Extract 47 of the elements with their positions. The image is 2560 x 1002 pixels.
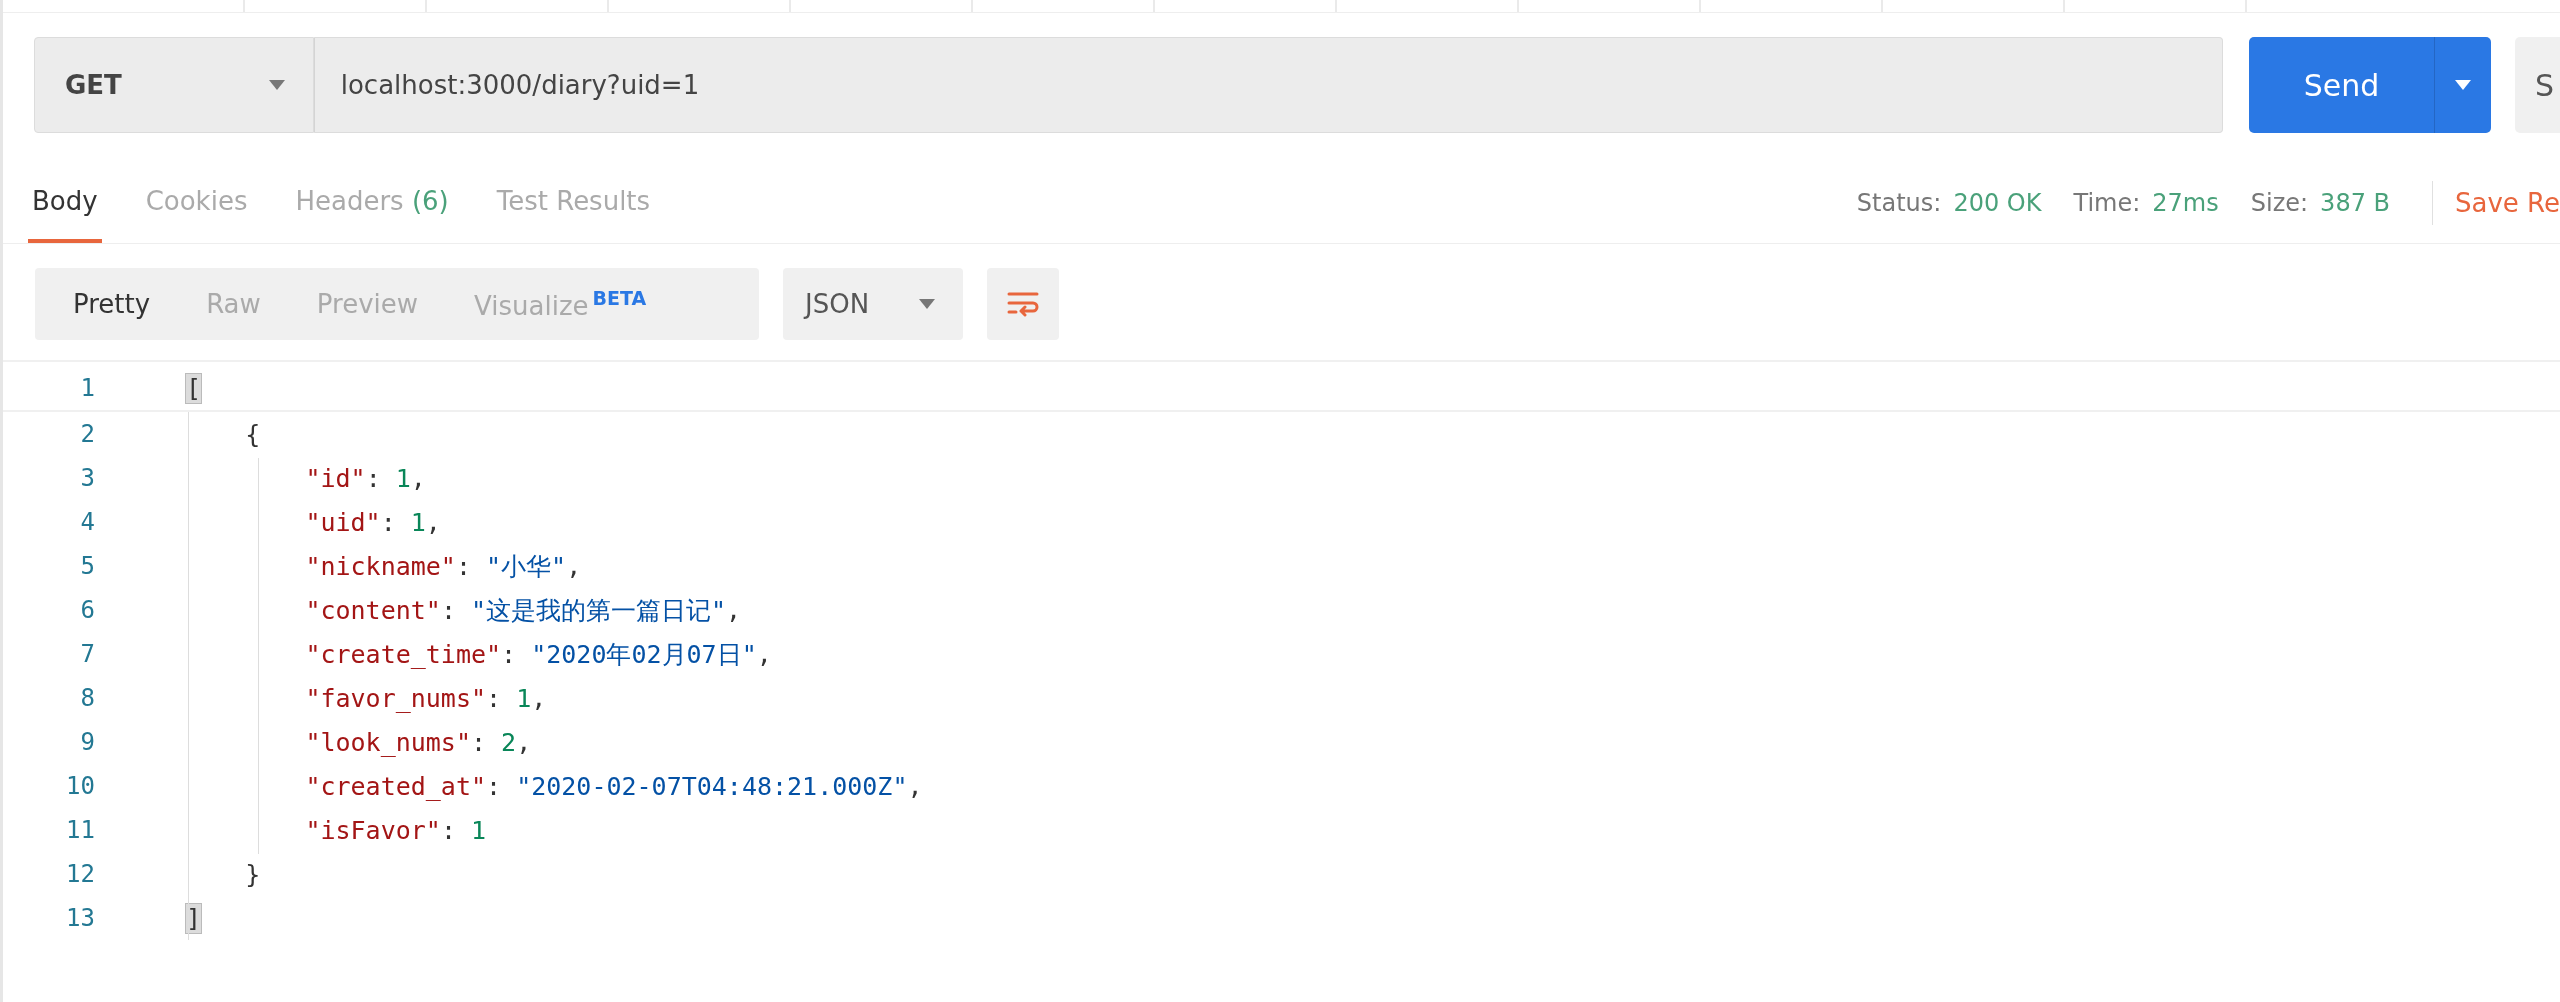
url-field[interactable]: localhost:3000/diary?uid=1 [313, 37, 2223, 133]
code-line: "id": 1, [304, 463, 426, 493]
line-number: 2 [79, 420, 95, 448]
view-tab[interactable]: Pretty [45, 268, 179, 340]
line-number: 6 [79, 596, 95, 624]
line-number: 9 [79, 728, 95, 756]
code-line: { [244, 419, 261, 449]
line-number: 13 [65, 904, 95, 932]
line-number: 10 [65, 772, 95, 800]
send-button[interactable]: Send [2248, 37, 2434, 133]
code-line: "look_nums": 2, [304, 727, 532, 757]
code-line: "content": "这是我的第一篇日记", [304, 594, 742, 627]
meta-label: Status: [1856, 189, 1942, 217]
save-response-link[interactable]: Save Re [2455, 188, 2560, 218]
code-line: "favor_nums": 1, [304, 683, 547, 713]
code-line: } [244, 859, 261, 889]
save-button[interactable]: S [2514, 37, 2560, 133]
response-tab[interactable]: Cookies [141, 163, 252, 243]
line-number: 11 [65, 816, 95, 844]
code-line: "created_at": "2020-02-07T04:48:21.000Z", [304, 771, 923, 801]
method-dropdown[interactable]: GET [34, 37, 314, 133]
caret-icon [2454, 80, 2471, 90]
format-dropdown[interactable]: JSON [783, 268, 963, 340]
line-number: 8 [79, 684, 95, 712]
line-number: 1 [79, 374, 95, 402]
response-tab[interactable]: Test Results [492, 163, 655, 243]
code-line: "isFavor": 1 [304, 815, 487, 845]
line-number: 5 [79, 552, 95, 580]
meta-label: Time: [2073, 189, 2141, 217]
line-number: 3 [79, 464, 95, 492]
caret-icon [268, 80, 285, 90]
wrap-lines-button[interactable] [987, 268, 1059, 340]
code-line: "nickname": "小华", [304, 550, 582, 583]
line-number: 4 [79, 508, 95, 536]
response-tab[interactable]: Body [28, 163, 102, 243]
code-line: "create_time": "2020年02月07日", [304, 638, 772, 671]
code-line: "uid": 1, [304, 507, 441, 537]
meta-value: 387 B [2320, 189, 2390, 217]
caret-icon [919, 299, 935, 309]
meta-label: Size: [2250, 189, 2309, 217]
wrap-lines-icon [1007, 291, 1039, 317]
response-tab[interactable]: Headers (6) [291, 163, 453, 243]
meta-value: 27ms [2152, 189, 2219, 217]
view-tab[interactable]: Visualize$^{BETA}$ [446, 268, 675, 340]
line-number: 7 [79, 640, 95, 668]
line-number: 12 [65, 860, 95, 888]
meta-value: 200 OK [1953, 189, 2042, 217]
